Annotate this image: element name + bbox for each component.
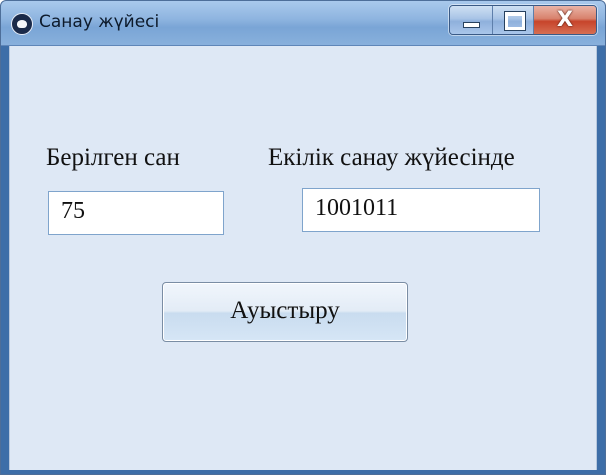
- maximize-icon: [504, 11, 526, 31]
- given-number-input[interactable]: 75: [48, 191, 224, 235]
- binary-result-label: Екілік санау жүйесінде: [268, 144, 515, 171]
- caption-buttons: X: [449, 5, 597, 35]
- binary-result-field[interactable]: 1001011: [302, 188, 540, 232]
- minimize-button[interactable]: [450, 6, 493, 34]
- window-title: Санау жүйесі: [39, 12, 160, 32]
- maximize-button[interactable]: [493, 6, 534, 34]
- window-bottom-border: [1, 470, 605, 474]
- given-number-label: Берілген сан: [46, 144, 180, 171]
- close-button[interactable]: X: [534, 6, 596, 34]
- minimize-icon: [463, 22, 480, 28]
- app-window: Санау жүйесі X Берілген сан Екілік санау…: [0, 0, 606, 475]
- form-client-area: Берілген сан Екілік санау жүйесінде 75 1…: [9, 46, 597, 470]
- convert-button[interactable]: Ауыстыру: [162, 282, 408, 342]
- close-icon: X: [556, 7, 574, 31]
- app-icon[interactable]: [11, 13, 33, 35]
- title-bar[interactable]: Санау жүйесі X: [1, 1, 605, 46]
